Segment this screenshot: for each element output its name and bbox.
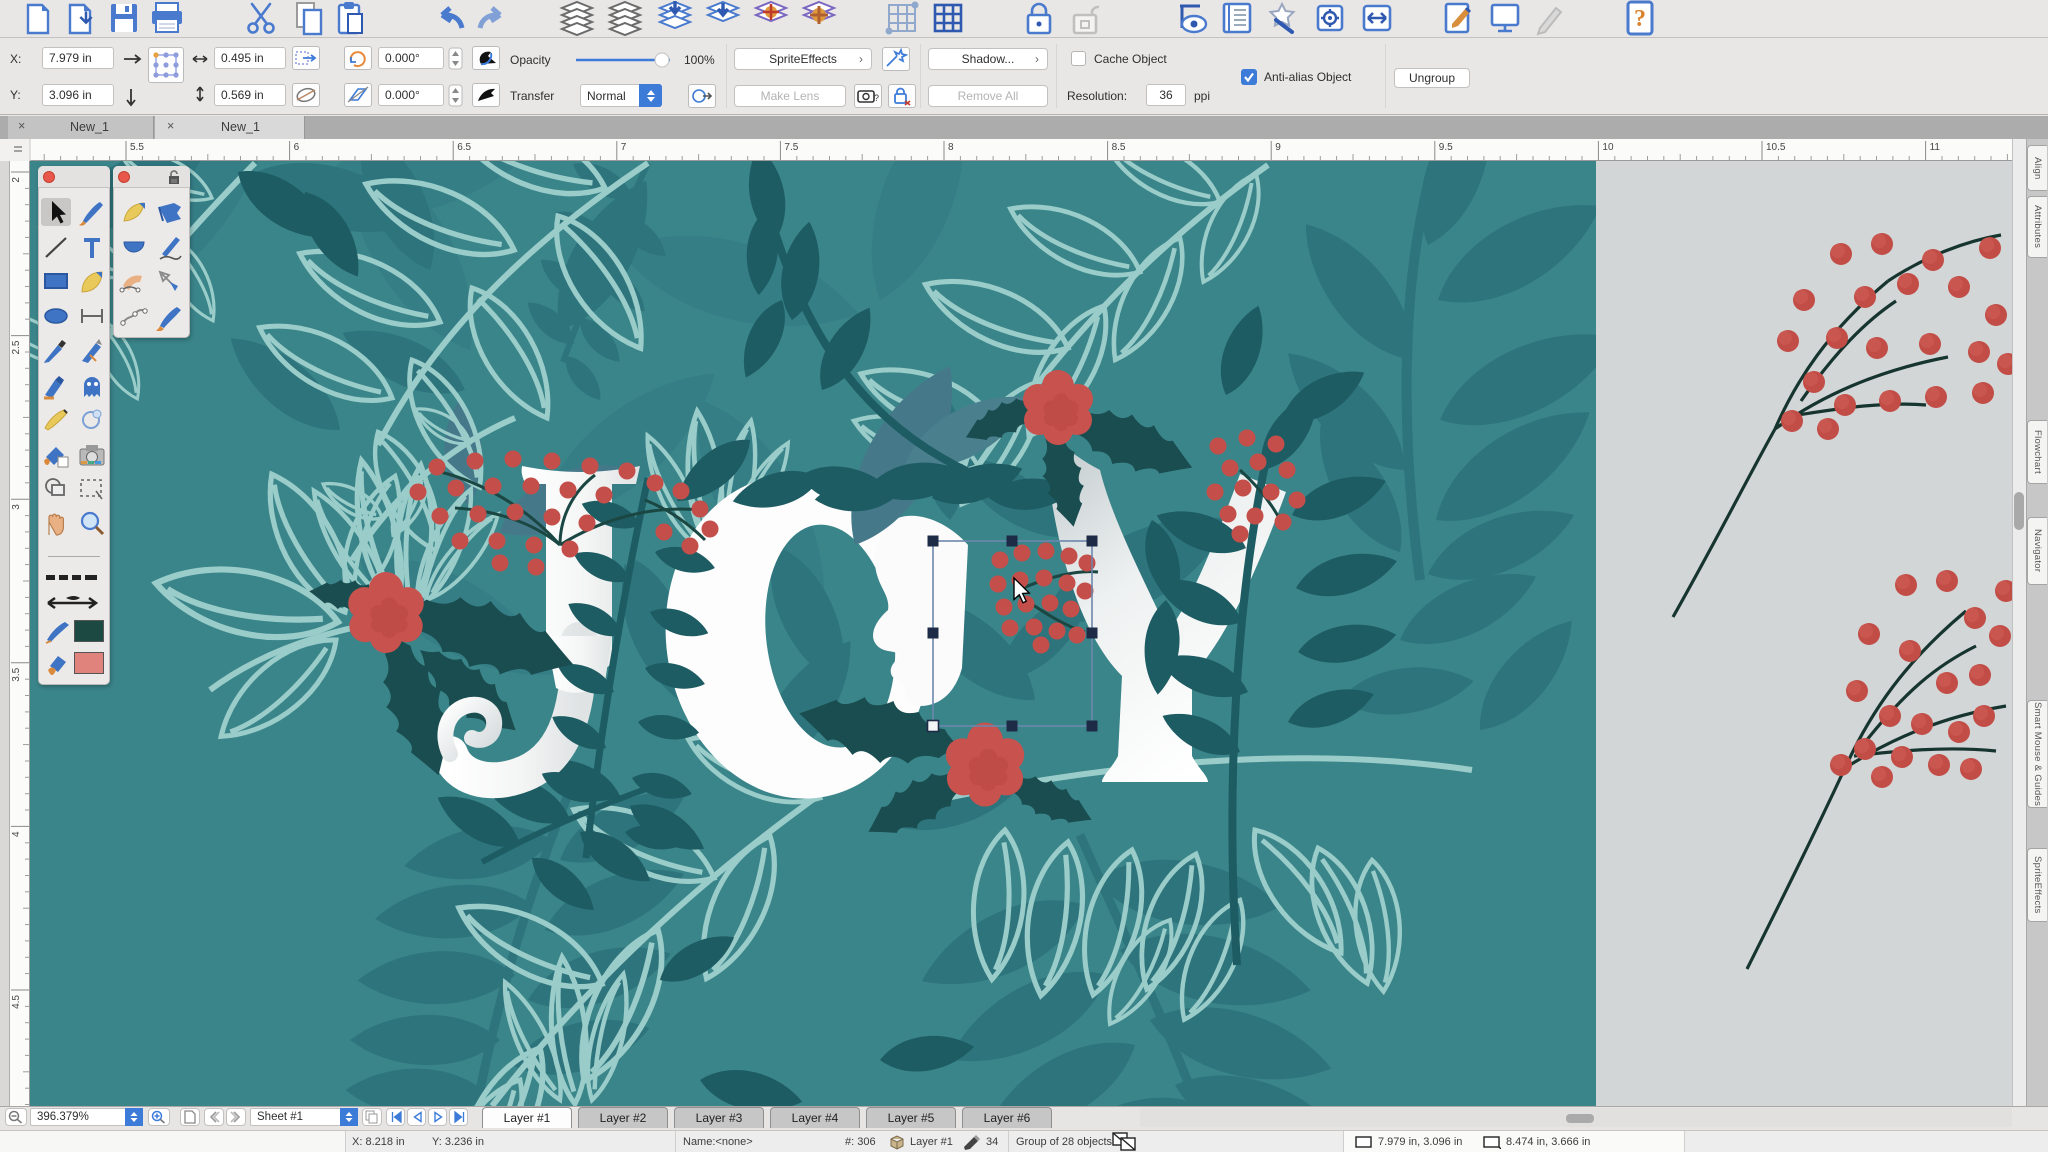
svg-text:6: 6 <box>294 142 300 153</box>
svg-text:?: ? <box>874 93 879 103</box>
svg-text:4.5: 4.5 <box>11 995 22 1009</box>
svg-text:4: 4 <box>11 831 22 837</box>
svg-text:8: 8 <box>948 142 954 153</box>
svg-text:5.5: 5.5 <box>130 142 144 153</box>
svg-text:10: 10 <box>1602 142 1614 153</box>
svg-text:10.5: 10.5 <box>1766 142 1786 153</box>
svg-text:3.5: 3.5 <box>11 667 22 681</box>
svg-text:2.5: 2.5 <box>11 340 22 354</box>
svg-text:9: 9 <box>1275 142 1281 153</box>
svg-text:2: 2 <box>11 177 22 183</box>
svg-text:?: ? <box>1634 6 1646 32</box>
svg-text:3: 3 <box>11 504 22 510</box>
svg-text:7.5: 7.5 <box>784 142 798 153</box>
svg-text:7: 7 <box>621 142 627 153</box>
svg-text:6.5: 6.5 <box>457 142 471 153</box>
svg-text:9.5: 9.5 <box>1439 142 1453 153</box>
svg-text:11: 11 <box>1930 142 1941 153</box>
svg-text:8.5: 8.5 <box>1112 142 1126 153</box>
